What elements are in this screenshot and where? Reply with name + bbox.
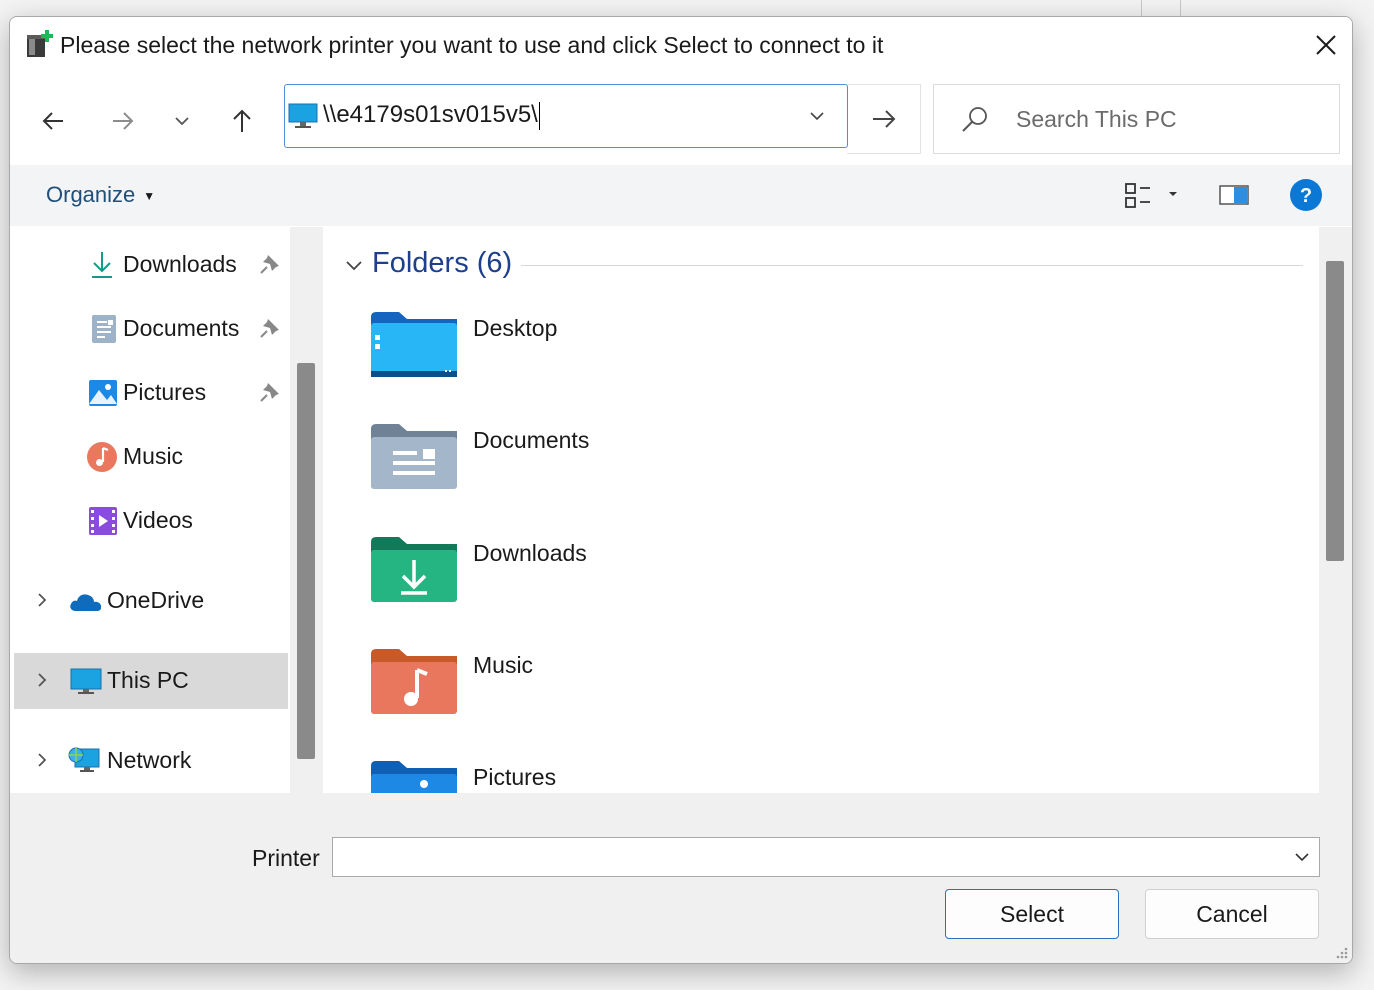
- close-button[interactable]: [1300, 21, 1352, 69]
- search-icon: [962, 107, 987, 132]
- organize-label: Organize: [46, 182, 136, 207]
- go-button[interactable]: [847, 84, 921, 154]
- network-icon: [68, 747, 100, 772]
- up-button[interactable]: [222, 101, 262, 141]
- back-button[interactable]: [34, 101, 74, 141]
- pin-icon[interactable]: [259, 253, 281, 275]
- desktop-folder-icon: [371, 312, 457, 377]
- printer-label: Printer: [252, 845, 320, 871]
- chevron-right-icon[interactable]: [34, 749, 50, 771]
- nav-item-label: Downloads: [123, 251, 237, 277]
- navigation-bar: \\e4179s01sv015v5\: [10, 77, 1352, 163]
- caret-down-icon: ▼: [143, 189, 156, 204]
- folder-item-pictures[interactable]: Pictures: [371, 760, 871, 793]
- nav-item-onedrive[interactable]: OneDrive: [10, 573, 288, 629]
- close-icon: [1316, 35, 1336, 55]
- videos-icon: [89, 507, 117, 535]
- arrow-left-icon: [42, 112, 63, 130]
- pictures-icon: [89, 380, 117, 406]
- cancel-button[interactable]: Cancel: [1145, 889, 1319, 939]
- nav-item-label: Documents: [123, 315, 240, 341]
- dialog-footer: Printer Select Cancel: [10, 793, 1352, 963]
- preview-pane-icon: [1219, 185, 1249, 205]
- text-caret: [538, 101, 540, 130]
- arrow-right-icon: [872, 110, 895, 128]
- address-bar[interactable]: \\e4179s01sv015v5\: [284, 84, 848, 148]
- music-folder-icon: [371, 649, 457, 714]
- printer-combobox[interactable]: [332, 837, 1320, 877]
- chevron-right-icon[interactable]: [34, 589, 50, 611]
- nav-item-label: Pictures: [123, 379, 207, 405]
- select-button[interactable]: Select: [945, 889, 1119, 939]
- svg-text:?: ?: [1300, 185, 1312, 207]
- pictures-folder-icon: [371, 761, 457, 793]
- forward-button[interactable]: [102, 101, 142, 141]
- help-icon: ?: [1290, 179, 1322, 211]
- music-icon: [87, 442, 117, 472]
- folder-item-music[interactable]: Music: [371, 648, 871, 728]
- view-options-icon: [1125, 183, 1177, 208]
- download-arrow-icon: [92, 252, 112, 278]
- chevron-down-icon[interactable]: [344, 257, 364, 275]
- address-dropdown-icon[interactable]: [805, 105, 829, 127]
- help-button[interactable]: ?: [1288, 179, 1324, 211]
- add-printer-icon: [27, 30, 53, 57]
- folder-label: Pictures: [473, 764, 557, 790]
- nav-item-label: This PC: [107, 667, 189, 693]
- nav-item-documents[interactable]: Documents: [10, 301, 288, 357]
- onedrive-cloud-icon: [70, 594, 102, 611]
- chevron-right-icon[interactable]: [34, 669, 50, 691]
- command-bar: Organize ▼ ?: [10, 165, 1352, 226]
- nav-item-this-pc[interactable]: This PC: [14, 653, 288, 709]
- nav-item-music[interactable]: Music: [10, 429, 288, 485]
- folder-item-documents[interactable]: Documents: [371, 423, 871, 503]
- nav-item-network[interactable]: Network: [10, 733, 288, 789]
- nav-item-pictures[interactable]: Pictures: [10, 365, 288, 421]
- title-bar: Please select the network printer you wa…: [10, 17, 1352, 77]
- background-divider: [1180, 0, 1181, 16]
- downloads-folder-icon: [371, 537, 457, 602]
- arrow-up-icon: [233, 109, 251, 132]
- pin-icon[interactable]: [259, 317, 281, 339]
- nav-item-downloads[interactable]: Downloads: [10, 237, 288, 293]
- chevron-down-icon: [175, 117, 189, 126]
- group-title: Folders (6): [372, 247, 513, 279]
- navigation-pane: Downloads Documents Pictures Music Video…: [10, 227, 290, 793]
- nav-scrollbar-thumb[interactable]: [297, 363, 315, 759]
- folders-group-header[interactable]: Folders (6): [341, 247, 1303, 283]
- document-icon: [92, 315, 116, 343]
- background-divider: [1141, 0, 1142, 16]
- address-text[interactable]: \\e4179s01sv015v5\: [323, 101, 540, 130]
- nav-item-videos[interactable]: Videos: [10, 493, 288, 549]
- folder-item-downloads[interactable]: Downloads: [371, 536, 871, 616]
- folder-item-desktop[interactable]: Desktop: [371, 311, 871, 391]
- pin-icon[interactable]: [259, 381, 281, 403]
- arrow-right-icon: [113, 112, 134, 130]
- search-input[interactable]: [1014, 103, 1318, 135]
- chevron-down-icon[interactable]: [1293, 848, 1311, 866]
- folder-label: Documents: [473, 427, 590, 453]
- change-view-button[interactable]: [1120, 179, 1180, 211]
- printer-select-dialog: Please select the network printer you wa…: [9, 16, 1353, 964]
- resize-grip-icon[interactable]: [1333, 944, 1349, 960]
- nav-item-label: Videos: [123, 507, 193, 533]
- group-divider: [521, 265, 1303, 266]
- content-scrollbar-thumb[interactable]: [1326, 261, 1344, 561]
- search-box[interactable]: [933, 84, 1340, 154]
- folder-label: Desktop: [473, 315, 558, 341]
- dialog-title: Please select the network printer you wa…: [60, 32, 884, 58]
- folder-label: Downloads: [473, 540, 587, 566]
- monitor-icon: [70, 668, 102, 694]
- preview-pane-button[interactable]: [1216, 179, 1252, 211]
- recent-locations-button[interactable]: [162, 101, 202, 141]
- documents-folder-icon: [371, 424, 457, 489]
- nav-item-label: OneDrive: [107, 587, 205, 613]
- nav-item-label: Music: [123, 443, 184, 469]
- monitor-icon: [288, 103, 318, 128]
- organize-button[interactable]: Organize ▼: [46, 182, 155, 208]
- nav-item-label: Network: [107, 747, 192, 773]
- file-list: Folders (6) Desktop Documents Downloads …: [323, 227, 1319, 793]
- folder-label: Music: [473, 652, 534, 678]
